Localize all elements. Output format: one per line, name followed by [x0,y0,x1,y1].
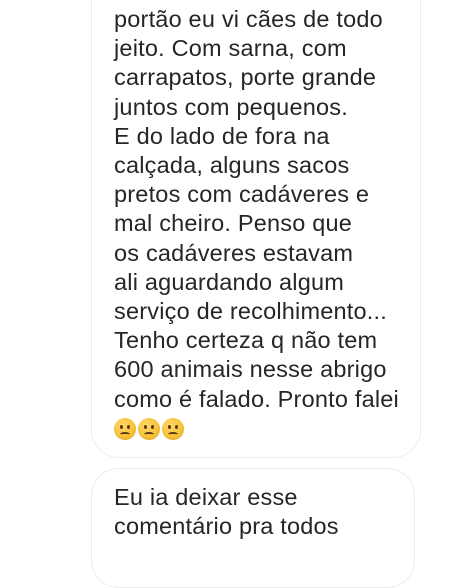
frowning-face-icon [162,417,184,440]
frowning-face-icon [138,417,160,440]
frowning-face-icon [114,417,136,440]
message-text: Eu ia deixar esse comentário pra todos [114,484,339,540]
message-bubble[interactable]: portão eu vi cães de todo jeito. Com sar… [91,0,421,458]
chat-thread: portão eu vi cães de todo jeito. Com sar… [0,0,472,588]
message-text: portão eu vi cães de todo jeito. Com sar… [114,6,399,412]
emoji-row [114,417,420,440]
message-bubble[interactable]: Eu ia deixar esse comentário pra todos [91,468,415,588]
